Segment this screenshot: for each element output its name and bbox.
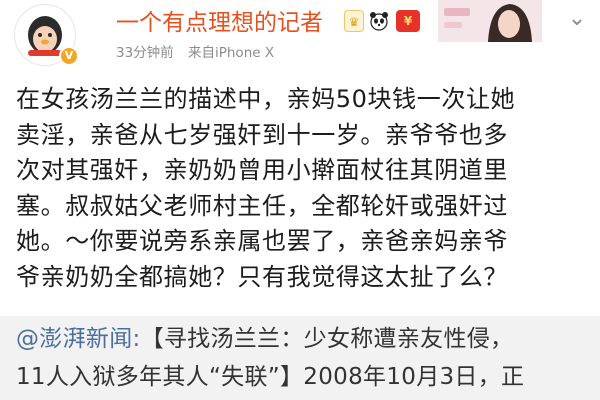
verified-badge-icon: V xyxy=(59,46,79,66)
post-body: 在女孩汤兰兰的描述中，亲妈50块钱一次让她 卖淫，亲爸从七岁强奸到十一岁。亲爷爷… xyxy=(16,82,588,295)
post-text-line: 次对其强奸，亲奶奶曾用小擀面杖往其阴道里 xyxy=(16,156,508,184)
panda-badge-icon[interactable] xyxy=(368,10,390,32)
post-text-line: 爷亲奶奶全都搞她？只有我觉得这太扯了么？ xyxy=(16,262,508,291)
post-text-line: 卖淫，亲爸从七岁强奸到十一岁。亲爷爷也多 xyxy=(16,120,508,149)
retweeted-post[interactable]: @澎湃新闻:【寻找汤兰兰：少女称遭亲友性侵， 11人入狱多年其人“失联”】200… xyxy=(0,316,600,400)
crown-badge-icon[interactable]: ♛ xyxy=(344,10,364,32)
post-text-line: 她。～你要说旁系亲属也罢了，亲爸亲妈亲爷 xyxy=(16,227,508,255)
post-meta: 33分钟前 来自iPhone X xyxy=(116,44,284,62)
quote-headline: 【寻找汤兰兰：少女称遭亲友性侵， xyxy=(140,326,514,352)
cover-portrait xyxy=(438,0,542,42)
red-envelope-badge-icon[interactable]: ¥ xyxy=(396,10,420,32)
chevron-down-icon[interactable]: ⌄ xyxy=(566,8,588,30)
weibo-post-screen: V 一个有点理想的记者 ♛ ¥ ⌄ 33分钟前 来自iPhone X 在女孩汤兰… xyxy=(0,0,600,400)
quote-text-line: @澎湃新闻:【寻找汤兰兰：少女称遭亲友性侵， xyxy=(16,324,513,354)
author-name[interactable]: 一个有点理想的记者 xyxy=(116,8,323,38)
profile-cover-image[interactable] xyxy=(438,0,542,42)
post-text-line: 在女孩汤兰兰的描述中，亲妈50块钱一次让她 xyxy=(16,85,516,113)
post-time: 33分钟前 xyxy=(116,45,174,61)
quote-source-link[interactable]: @澎湃新闻: xyxy=(16,326,141,352)
post-source: 来自iPhone X xyxy=(187,45,275,61)
post-text-line: 塞。叔叔姑父老师村主任，全都轮奸或强奸过 xyxy=(16,191,508,220)
quote-text-line: 11人入狱多年其人“失联”】2008年10月3日，正 xyxy=(16,364,525,390)
panda-glyph xyxy=(370,12,388,31)
post-header: V 一个有点理想的记者 ♛ ¥ ⌄ 33分钟前 来自iPhone X xyxy=(0,0,600,78)
